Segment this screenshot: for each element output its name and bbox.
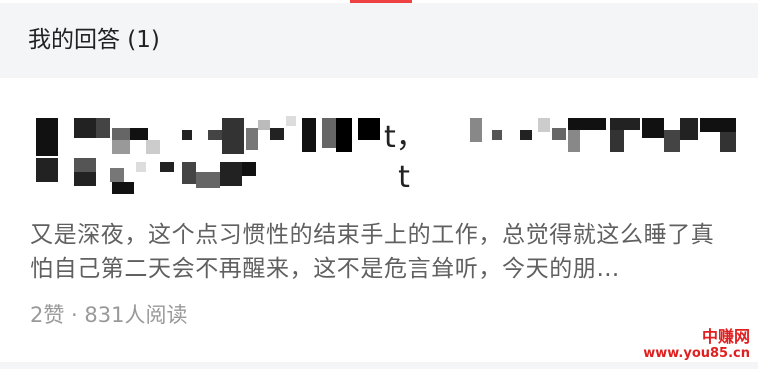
- answer-title-pixelated[interactable]: t，t: [0, 78, 758, 208]
- pixel-block: [492, 130, 502, 140]
- pixel-block: [270, 128, 284, 140]
- site-watermark: 中赚网 www.you85.cn: [643, 327, 750, 362]
- answer-stats: 2赞 · 831人阅读: [30, 303, 188, 327]
- pixel-block: [74, 118, 96, 138]
- pixel-block: [358, 118, 380, 140]
- pixel-block: [96, 118, 110, 138]
- pixel-block: [336, 118, 352, 152]
- answer-excerpt[interactable]: 又是深夜，这个点习惯性的结束手上的工作，总觉得就这么睡了真怕自己第二天会不再醒来…: [30, 218, 735, 286]
- pixel-block: [610, 118, 640, 130]
- pixel-block: [286, 116, 296, 126]
- answer-card[interactable]: t，t 又是深夜，这个点习惯性的结束手上的工作，总觉得就这么睡了真怕自己第二天会…: [0, 78, 758, 362]
- title-fragment: t，t: [384, 120, 426, 195]
- pixel-block: [470, 118, 482, 142]
- pixel-block: [36, 158, 58, 182]
- pixel-block: [246, 128, 258, 150]
- pixel-block: [182, 130, 192, 140]
- pixel-block: [642, 118, 664, 138]
- section-title: 我的回答 (1): [28, 27, 160, 53]
- pixel-block: [700, 118, 736, 132]
- pixel-block: [112, 182, 134, 194]
- pixel-block: [130, 128, 148, 140]
- pixel-block: [242, 162, 256, 176]
- pixel-block: [610, 130, 624, 152]
- pixel-block: [74, 172, 96, 186]
- pixel-block: [208, 130, 222, 140]
- section-header: 我的回答 (1): [0, 3, 758, 78]
- pixel-block: [720, 132, 736, 152]
- pixel-block: [258, 120, 270, 130]
- section-divider: [0, 362, 758, 369]
- pixel-block: [680, 118, 698, 140]
- watermark-url: www.you85.cn: [643, 346, 750, 361]
- pixel-block: [74, 158, 96, 172]
- pixel-block: [568, 130, 580, 152]
- watermark-name: 中赚网: [701, 327, 750, 346]
- pixel-block: [552, 128, 566, 140]
- pixel-block: [520, 130, 532, 140]
- pixel-block: [538, 118, 550, 132]
- pixel-block: [36, 118, 58, 156]
- pixel-block: t，t: [384, 118, 426, 195]
- pixel-block: [322, 118, 336, 148]
- pixel-block: [196, 172, 220, 188]
- pixel-block: [136, 162, 146, 172]
- pixel-block: [182, 162, 196, 184]
- pixel-block: [146, 140, 160, 154]
- pixel-block: [222, 118, 244, 154]
- pixel-block: [110, 168, 124, 182]
- pixel-block: [112, 128, 132, 140]
- pixel-block: [302, 118, 316, 152]
- pixel-block: [160, 162, 174, 172]
- pixel-block: [568, 118, 606, 130]
- pixel-block: [220, 162, 242, 186]
- pixel-block: [664, 130, 680, 152]
- pixel-block: [112, 140, 130, 154]
